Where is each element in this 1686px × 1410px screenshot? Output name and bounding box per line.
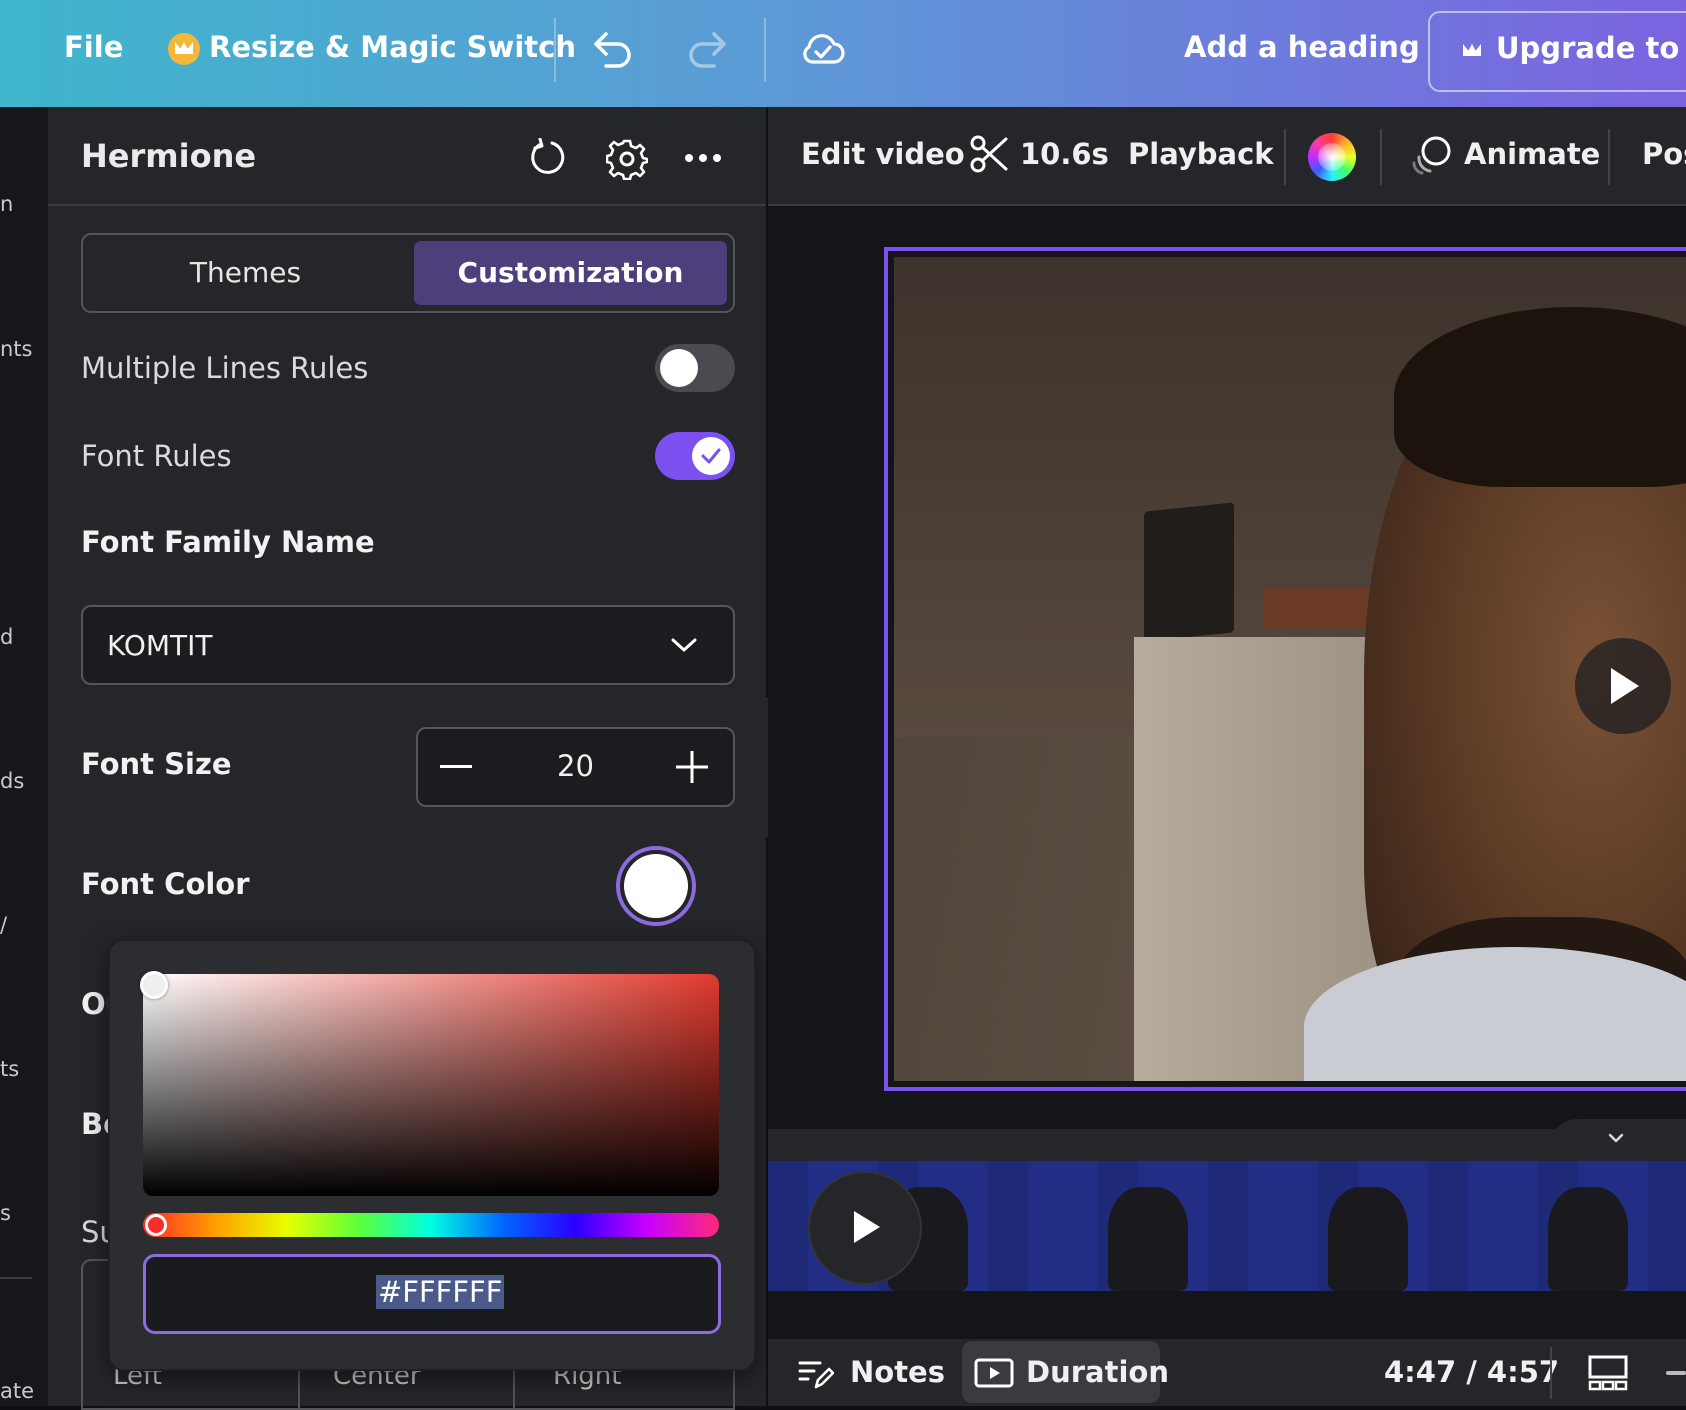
side-nav-item[interactable]: ate [0, 1379, 34, 1403]
divider [1550, 1347, 1552, 1399]
font-rules-toggle[interactable] [655, 432, 735, 480]
cloud-saved-icon[interactable] [800, 28, 846, 68]
add-heading-title[interactable]: Add a heading [1184, 30, 1420, 64]
video-preview [894, 257, 1686, 1081]
font-size-label: Font Size [81, 747, 232, 781]
thumbnail-person [1548, 1187, 1628, 1291]
scissors-icon[interactable] [970, 135, 1008, 173]
video-frame-icon [974, 1358, 1014, 1388]
side-nav-item[interactable]: nts [0, 337, 32, 361]
timeline-play-button[interactable] [808, 1171, 922, 1285]
font-rules-label: Font Rules [81, 439, 232, 473]
side-nav-item[interactable]: ts [0, 1057, 19, 1081]
plus-icon[interactable] [676, 751, 708, 783]
divider [764, 18, 766, 82]
file-menu[interactable]: File [64, 30, 123, 64]
font-color-label: Font Color [81, 867, 250, 901]
tab-themes[interactable]: Themes [83, 235, 408, 311]
side-nav-item[interactable]: n [0, 192, 13, 216]
color-swatch-fill [624, 854, 688, 918]
color-cursor[interactable] [140, 971, 168, 999]
upgrade-button[interactable]: Upgrade to Ca [1428, 11, 1686, 92]
divider [1380, 129, 1382, 185]
multiple-lines-rules-label: Multiple Lines Rules [81, 351, 369, 385]
time-readout: 4:47 / 4:57 [1384, 1355, 1560, 1389]
check-icon [701, 448, 721, 464]
animate-icon[interactable] [1410, 135, 1452, 177]
panel-title: Hermione [81, 137, 257, 175]
selected-video-frame[interactable] [884, 247, 1686, 1091]
resize-magic-switch-button[interactable]: Resize & Magic Switch [209, 30, 576, 64]
side-nav-item[interactable]: s [0, 1201, 11, 1225]
thumbnail-person [1328, 1187, 1408, 1291]
divider [0, 1277, 32, 1279]
play-icon [854, 1211, 880, 1243]
box-object [1264, 587, 1374, 627]
editor-area: Edit video 10.6s Playback Animate Pos [768, 107, 1686, 1406]
color-wheel-icon[interactable] [1308, 133, 1356, 181]
divider [1284, 129, 1286, 185]
video-toolbar: Edit video 10.6s Playback Animate Pos [768, 107, 1686, 206]
speaker-object [1144, 502, 1234, 642]
upgrade-label: Upgrade to Ca [1496, 31, 1686, 65]
tab-customization[interactable]: Customization [414, 241, 727, 305]
position-button[interactable]: Pos [1642, 137, 1686, 171]
playback-button[interactable]: Playback [1128, 137, 1274, 171]
gear-icon[interactable] [606, 138, 648, 180]
zoom-slider[interactable] [1666, 1371, 1686, 1375]
color-wheel-center [1318, 143, 1346, 171]
hue-slider-thumb[interactable] [145, 1214, 167, 1236]
hex-input[interactable]: #FFFFFF [143, 1254, 721, 1334]
multiple-lines-rules-toggle[interactable] [655, 344, 735, 392]
chevron-down-icon [671, 638, 697, 652]
font-color-swatch[interactable] [616, 846, 696, 926]
duration-label: Duration [1026, 1355, 1169, 1389]
top-bar: File Resize & Magic Switch Add a heading… [0, 0, 1686, 107]
font-family-label: Font Family Name [81, 525, 375, 559]
color-picker-popover: #FFFFFF [108, 939, 756, 1371]
crown-icon [1456, 35, 1488, 67]
grid-view-icon[interactable] [1588, 1355, 1628, 1391]
notes-icon [798, 1361, 834, 1389]
animate-button[interactable]: Animate [1464, 137, 1600, 171]
panel-header: Hermione [48, 107, 766, 206]
crown-icon [168, 33, 200, 65]
font-family-select[interactable]: KOMTIT [81, 605, 735, 685]
toggle-knob [692, 437, 730, 475]
clip-duration[interactable]: 10.6s [1020, 137, 1109, 171]
refresh-icon[interactable] [530, 138, 568, 178]
tab-switcher: Themes Customization [81, 233, 735, 313]
undo-icon[interactable] [592, 30, 634, 68]
more-options-icon[interactable] [684, 153, 722, 163]
editor-footer: Notes Duration 4:47 / 4:57 [768, 1339, 1686, 1406]
toggle-knob [660, 349, 698, 387]
font-size-stepper: 20 [416, 727, 735, 807]
font-family-value: KOMTIT [107, 629, 213, 662]
side-nav-strip: n nts d ds / ts s ate [0, 107, 48, 1406]
hue-slider[interactable] [143, 1213, 719, 1237]
notes-button[interactable]: Notes [850, 1355, 945, 1389]
collapse-timeline-tab[interactable] [1548, 1119, 1686, 1151]
duration-button[interactable]: Duration [962, 1341, 1169, 1403]
edit-video-button[interactable]: Edit video [801, 137, 965, 171]
side-nav-item[interactable]: ds [0, 769, 24, 793]
divider [1608, 129, 1610, 185]
redo-icon[interactable] [686, 30, 728, 68]
hex-input-value: #FFFFFF [376, 1275, 505, 1309]
side-nav-item[interactable]: d [0, 625, 13, 649]
play-icon [1611, 668, 1639, 704]
timeline-divider-bar [768, 1119, 1686, 1161]
saturation-value-area[interactable] [140, 971, 719, 1196]
video-play-button[interactable] [1575, 638, 1671, 734]
timeline-track[interactable] [768, 1161, 1686, 1291]
side-nav-item[interactable]: / [0, 913, 7, 937]
thumbnail-person [1108, 1187, 1188, 1291]
chevron-down-icon [1608, 1133, 1624, 1143]
divider [554, 18, 556, 82]
